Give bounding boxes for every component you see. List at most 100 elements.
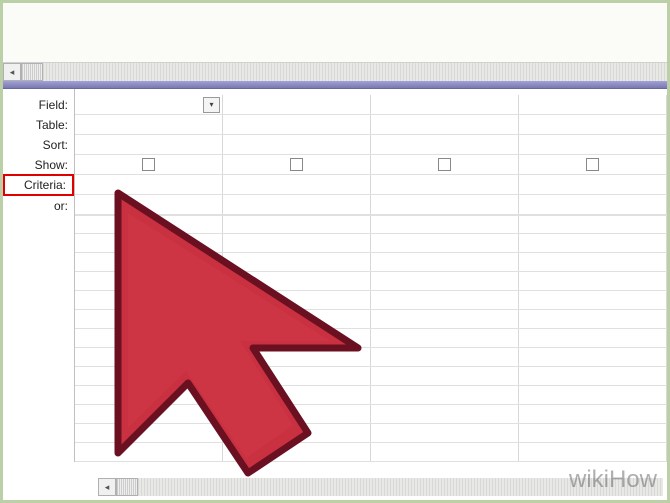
blank-cell[interactable] — [223, 443, 371, 461]
show-checkbox-4[interactable] — [586, 158, 599, 171]
field-cell-3[interactable] — [371, 95, 519, 114]
blank-cell[interactable] — [371, 386, 519, 404]
blank-cell[interactable] — [371, 424, 519, 442]
grid-row-sort — [75, 135, 667, 155]
blank-cell[interactable] — [371, 216, 519, 233]
blank-cell[interactable] — [223, 348, 371, 366]
blank-cell[interactable] — [371, 310, 519, 328]
row-labels-column: Field: Table: Sort: Show: Criteria: or: — [3, 89, 75, 462]
blank-cell[interactable] — [519, 291, 667, 309]
show-checkbox-3[interactable] — [438, 158, 451, 171]
blank-cell[interactable] — [223, 405, 371, 423]
blank-cell[interactable] — [371, 253, 519, 271]
sort-cell-3[interactable] — [371, 135, 519, 154]
splitter-bar[interactable] — [3, 81, 667, 89]
table-cell-1[interactable] — [75, 115, 223, 134]
blank-cell[interactable] — [371, 291, 519, 309]
or-cell-2[interactable] — [223, 195, 371, 214]
grid-columns: ▾ — [75, 89, 667, 462]
upper-horizontal-scrollbar[interactable]: ◂ — [3, 63, 667, 81]
blank-cell[interactable] — [519, 310, 667, 328]
scroll-track[interactable] — [43, 63, 667, 81]
blank-cell[interactable] — [519, 424, 667, 442]
grid-row-table — [75, 115, 667, 135]
blank-cell[interactable] — [75, 329, 223, 347]
field-cell-4[interactable] — [519, 95, 667, 114]
criteria-cell-1[interactable] — [75, 175, 223, 194]
blank-cell[interactable] — [75, 386, 223, 404]
criteria-cell-4[interactable] — [519, 175, 667, 194]
criteria-cell-3[interactable] — [371, 175, 519, 194]
blank-cell[interactable] — [519, 216, 667, 233]
blank-cell[interactable] — [371, 443, 519, 461]
blank-cell[interactable] — [519, 253, 667, 271]
scroll-left-button[interactable]: ◂ — [98, 478, 116, 496]
blank-cell[interactable] — [371, 348, 519, 366]
sort-cell-1[interactable] — [75, 135, 223, 154]
show-cell-1[interactable] — [75, 155, 223, 174]
blank-cell[interactable] — [75, 234, 223, 252]
or-cell-3[interactable] — [371, 195, 519, 214]
blank-cell[interactable] — [75, 443, 223, 461]
grid-row-criteria — [75, 175, 667, 195]
blank-cell[interactable] — [223, 367, 371, 385]
table-cell-2[interactable] — [223, 115, 371, 134]
table-cell-4[interactable] — [519, 115, 667, 134]
blank-cell[interactable] — [519, 443, 667, 461]
blank-cell[interactable] — [75, 310, 223, 328]
blank-cell[interactable] — [223, 386, 371, 404]
blank-cell[interactable] — [519, 405, 667, 423]
blank-cell[interactable] — [519, 367, 667, 385]
blank-cell[interactable] — [223, 216, 371, 233]
blank-cell[interactable] — [371, 234, 519, 252]
or-cell-4[interactable] — [519, 195, 667, 214]
blank-cell[interactable] — [223, 424, 371, 442]
blank-cell[interactable] — [519, 272, 667, 290]
blank-cell[interactable] — [223, 329, 371, 347]
blank-cell[interactable] — [223, 291, 371, 309]
field-cell-2[interactable] — [223, 95, 371, 114]
show-checkbox-1[interactable] — [142, 158, 155, 171]
show-checkbox-2[interactable] — [290, 158, 303, 171]
scroll-track[interactable] — [138, 478, 663, 496]
blank-cell[interactable] — [75, 348, 223, 366]
blank-cell[interactable] — [371, 405, 519, 423]
blank-cell[interactable] — [75, 291, 223, 309]
upper-pane — [3, 3, 667, 63]
blank-cell[interactable] — [519, 234, 667, 252]
or-cell-1[interactable] — [75, 195, 223, 214]
show-cell-4[interactable] — [519, 155, 667, 174]
field-cell-1[interactable]: ▾ — [75, 95, 223, 114]
scroll-left-button[interactable]: ◂ — [3, 63, 21, 81]
criteria-cell-2[interactable] — [223, 175, 371, 194]
blank-cell[interactable] — [519, 329, 667, 347]
table-cell-3[interactable] — [371, 115, 519, 134]
blank-cell[interactable] — [371, 272, 519, 290]
blank-cell[interactable] — [75, 216, 223, 233]
scroll-grip-icon[interactable] — [116, 478, 138, 496]
blank-cell[interactable] — [371, 367, 519, 385]
blank-cell[interactable] — [75, 367, 223, 385]
scroll-grip-icon[interactable] — [21, 63, 43, 81]
grid-row-show — [75, 155, 667, 175]
blank-cell[interactable] — [223, 310, 371, 328]
show-cell-2[interactable] — [223, 155, 371, 174]
blank-cell[interactable] — [371, 329, 519, 347]
blank-cell[interactable] — [75, 253, 223, 271]
sort-cell-4[interactable] — [519, 135, 667, 154]
show-cell-3[interactable] — [371, 155, 519, 174]
blank-cell[interactable] — [223, 272, 371, 290]
blank-cell[interactable] — [519, 348, 667, 366]
query-design-grid: Field: Table: Sort: Show: Criteria: or: … — [3, 89, 667, 500]
blank-cell[interactable] — [75, 272, 223, 290]
field-dropdown-button[interactable]: ▾ — [203, 97, 220, 113]
row-label-table: Table: — [3, 115, 74, 135]
blank-cell[interactable] — [223, 253, 371, 271]
lower-horizontal-scrollbar[interactable]: ◂ — [98, 478, 663, 496]
blank-cell[interactable] — [223, 234, 371, 252]
blank-cell[interactable] — [75, 424, 223, 442]
blank-cell[interactable] — [519, 386, 667, 404]
blank-cell[interactable] — [75, 405, 223, 423]
extra-rows — [75, 215, 667, 462]
sort-cell-2[interactable] — [223, 135, 371, 154]
